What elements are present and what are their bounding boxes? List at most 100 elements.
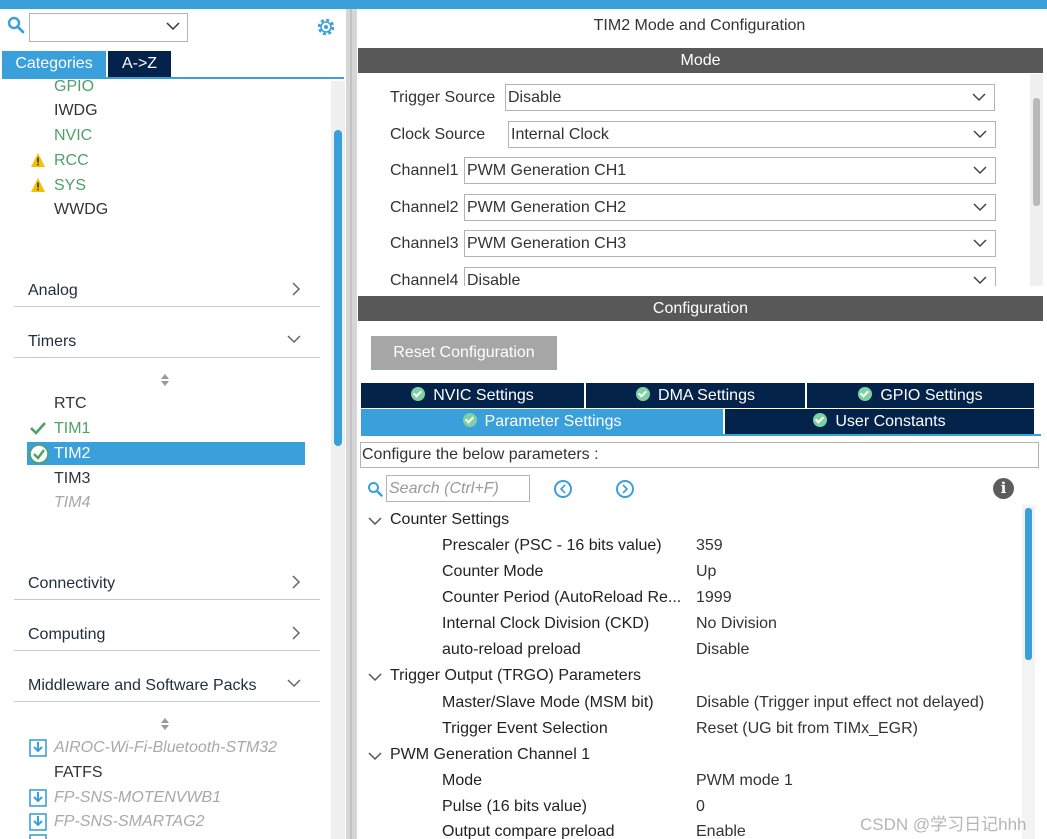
list-item-fp-sns-motenvwb1[interactable]: FP-SNS-MOTENVWB1: [54, 787, 221, 809]
chevron-down-icon: [972, 93, 986, 102]
chevron-down-icon: [973, 239, 987, 248]
section-timers[interactable]: Timers: [14, 322, 320, 358]
clock-source-value: Internal Clock: [511, 126, 609, 143]
check-circle-icon: [858, 387, 873, 401]
list-item-tim3[interactable]: TIM3: [54, 468, 90, 490]
search-icon[interactable]: [367, 481, 383, 497]
list-item-iwdg[interactable]: IWDG: [54, 100, 98, 122]
mode-scrollbar-thumb[interactable]: [1033, 98, 1040, 206]
param-name: Mode: [442, 772, 483, 789]
list-item-rtc[interactable]: RTC: [54, 393, 87, 415]
param-value[interactable]: Up: [696, 563, 716, 581]
check-circle-icon: [462, 413, 477, 427]
download-icon: [29, 789, 47, 807]
reset-configuration-button[interactable]: Reset Configuration: [371, 336, 557, 370]
download-icon: [29, 739, 47, 757]
list-item-fp-sns-smartag2[interactable]: FP-SNS-SMARTAG2: [54, 811, 205, 833]
param-value[interactable]: No Division: [696, 615, 777, 633]
tab-nvic-label: NVIC Settings: [433, 387, 534, 404]
tab-categories[interactable]: Categories: [2, 51, 106, 77]
chevron-down-icon: [973, 203, 987, 212]
channel4-value: Disable: [467, 272, 521, 286]
list-item-gpio[interactable]: GPIO: [54, 80, 94, 98]
list-item-tim1[interactable]: TIM1: [54, 418, 90, 440]
info-icon[interactable]: i: [993, 478, 1014, 499]
category-filter-combo[interactable]: [29, 13, 188, 42]
group-pwm-channel-1[interactable]: PWM Generation Channel 1: [390, 746, 590, 764]
download-icon: [29, 813, 47, 831]
checkmark-icon: [30, 422, 46, 435]
param-name: Counter Mode: [442, 563, 544, 580]
channel1-label: Channel1: [390, 162, 459, 179]
param-name: Output compare preload: [442, 823, 615, 839]
pane-splitter-line: [350, 9, 352, 839]
param-name: Pulse (16 bits value): [442, 798, 587, 815]
tab-a-to-z[interactable]: A->Z: [108, 51, 171, 77]
chevron-down-icon: [166, 22, 180, 31]
chevron-down-icon[interactable]: [368, 671, 382, 683]
check-circle-icon: [813, 413, 828, 427]
param-value[interactable]: 359: [696, 537, 723, 555]
channel2-label: Channel2: [390, 199, 459, 216]
group-trigger-output[interactable]: Trigger Output (TRGO) Parameters: [390, 667, 641, 685]
tab-gpio-label: GPIO Settings: [880, 387, 983, 404]
list-item-tim4[interactable]: TIM4: [54, 492, 90, 514]
trigger-source-label: Trigger Source: [390, 89, 496, 106]
chevron-right-icon: [292, 575, 301, 589]
chevron-down-icon[interactable]: [368, 515, 382, 527]
channel3-value: PWM Generation CH3: [467, 235, 627, 252]
search-icon[interactable]: [7, 16, 25, 34]
param-name: Master/Slave Mode (MSM bit): [442, 694, 654, 711]
parameter-scrollbar-thumb[interactable]: [1025, 508, 1032, 660]
tab-underline: [361, 434, 1041, 436]
channel4-select[interactable]: Disable: [464, 267, 996, 286]
list-item-fatfs[interactable]: FATFS: [54, 762, 103, 784]
channel2-select[interactable]: PWM Generation CH2: [464, 194, 996, 221]
warning-icon: [31, 153, 45, 167]
search-previous-icon[interactable]: [554, 480, 572, 498]
gear-icon[interactable]: [315, 16, 337, 38]
channel1-select[interactable]: PWM Generation CH1: [464, 157, 996, 184]
param-value[interactable]: Reset (UG bit from TIMx_EGR): [696, 720, 918, 738]
param-value[interactable]: PWM mode 1: [696, 772, 793, 790]
param-name: Counter Period (AutoReload Re...: [442, 589, 682, 606]
tab-parameter-settings[interactable]: Parameter Settings: [361, 409, 723, 434]
tab-gpio-settings[interactable]: GPIO Settings: [807, 383, 1034, 408]
section-analog-label: Analog: [28, 282, 78, 299]
channel4-label: Channel4: [390, 272, 459, 286]
list-item-rcc[interactable]: RCC: [54, 150, 89, 172]
scroll-updown-icon[interactable]: [160, 372, 170, 388]
channel3-select[interactable]: PWM Generation CH3: [464, 230, 996, 257]
configure-instructions: Configure the below parameters :: [360, 442, 1039, 468]
chevron-down-icon: [973, 276, 987, 285]
list-item-wwdg[interactable]: WWDG: [54, 199, 108, 221]
chevron-down-icon: [973, 166, 987, 175]
section-middleware[interactable]: Middleware and Software Packs: [14, 666, 320, 702]
list-item-nvic[interactable]: NVIC: [54, 125, 92, 147]
search-next-icon[interactable]: [616, 480, 634, 498]
param-value[interactable]: Enable: [696, 823, 746, 839]
left-scrollbar-thumb[interactable]: [334, 130, 342, 446]
section-analog[interactable]: Analog: [14, 271, 320, 307]
param-value[interactable]: Disable (Trigger input effect not delaye…: [696, 694, 984, 712]
group-counter-settings[interactable]: Counter Settings: [390, 511, 509, 529]
param-value[interactable]: 1999: [696, 589, 732, 607]
chevron-down-icon[interactable]: [368, 750, 382, 762]
list-item-sys[interactable]: SYS: [54, 175, 86, 197]
section-connectivity[interactable]: Connectivity: [14, 564, 320, 600]
param-name: Trigger Event Selection: [442, 720, 608, 737]
clock-source-select[interactable]: Internal Clock: [508, 121, 996, 148]
param-value[interactable]: Disable: [696, 641, 749, 659]
scroll-updown-icon[interactable]: [160, 716, 170, 732]
section-computing-label: Computing: [28, 626, 106, 643]
channel3-label: Channel3: [390, 235, 459, 252]
tab-dma-settings[interactable]: DMA Settings: [586, 383, 805, 408]
section-computing[interactable]: Computing: [14, 615, 320, 651]
trigger-source-select[interactable]: Disable: [505, 84, 995, 111]
param-value[interactable]: 0: [696, 798, 705, 816]
tab-nvic-settings[interactable]: NVIC Settings: [361, 383, 584, 408]
tab-user-constants[interactable]: User Constants: [725, 409, 1034, 434]
list-item-airoc[interactable]: AIROC-Wi-Fi-Bluetooth-STM32: [54, 737, 277, 759]
parameter-tree: Counter Settings Prescaler (PSC - 16 bit…: [358, 505, 1022, 839]
parameter-search-input[interactable]: Search (Ctrl+F): [386, 475, 530, 502]
